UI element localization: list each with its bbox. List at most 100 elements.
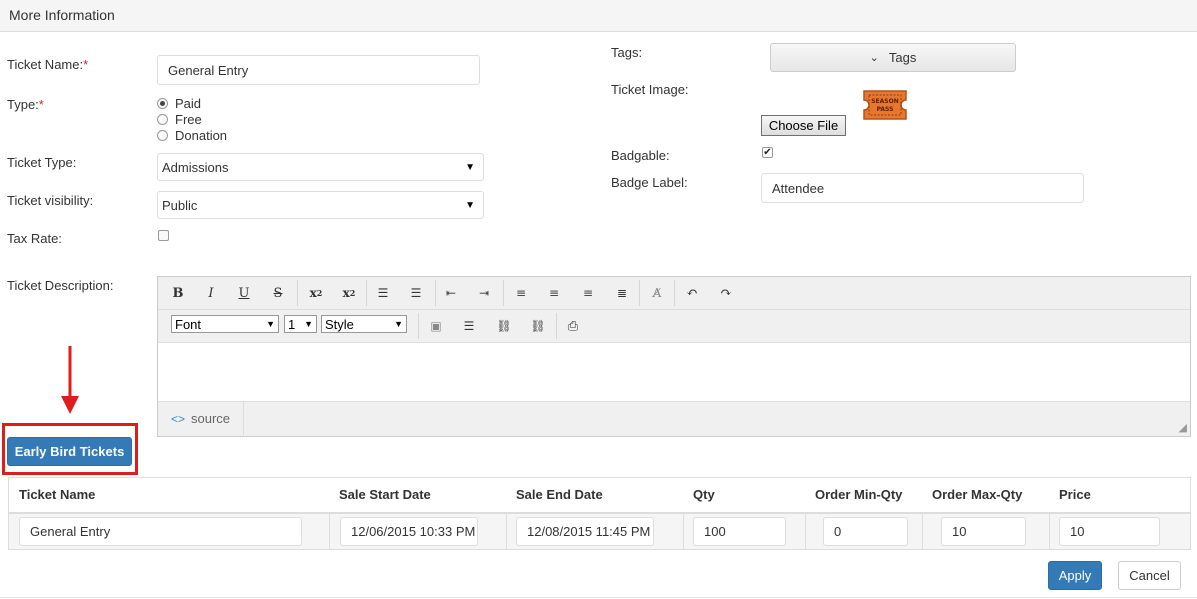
early-bird-table: Ticket Name Sale Start Date Sale End Dat… — [8, 477, 1191, 550]
badge-label-label: Badge Label: — [611, 175, 688, 190]
unlink-icon[interactable]: ⛓ — [525, 315, 551, 337]
source-button[interactable]: <> source — [158, 402, 244, 435]
resize-handle-icon[interactable]: ◢ — [1179, 421, 1187, 434]
editor-toolbar-row-1: B I U S x2 x2 ☰ ☰ ⇤ ⇥ ≡ ≡ ≡ ≣ A̸ ↶ ↷ — [158, 277, 1190, 310]
dropdown-arrow-icon: ▼ — [465, 199, 475, 211]
horizontal-rule-icon[interactable]: ☰ — [456, 315, 482, 337]
undo-icon[interactable]: ↶ — [679, 282, 705, 304]
redo-icon[interactable]: ↷ — [713, 282, 739, 304]
ticket-visibility-select[interactable]: Public ▼ — [157, 191, 484, 219]
italic-icon[interactable]: I — [198, 282, 224, 304]
align-right-icon[interactable]: ≡ — [575, 282, 601, 304]
align-left-icon[interactable]: ≡ — [508, 282, 534, 304]
bold-icon[interactable]: B — [165, 282, 191, 304]
ticket-visibility-label: Ticket visibility: — [7, 193, 94, 208]
subscript-icon[interactable]: x2 — [303, 282, 329, 304]
outdent-icon[interactable]: ⇤ — [438, 282, 464, 304]
choose-file-button[interactable]: Choose File — [761, 115, 846, 136]
ordered-list-icon[interactable]: ☰ — [370, 282, 396, 304]
column-divider — [1049, 514, 1050, 549]
column-divider — [506, 514, 507, 549]
cancel-button[interactable]: Cancel — [1118, 561, 1181, 590]
radio-button[interactable] — [157, 130, 168, 141]
editor-toolbar-row-2: Font ▼ 1 ▼ Style ▼ ▣ ☰ ⛓ ⛓ ⎙ — [158, 310, 1190, 343]
toolbar-divider — [418, 313, 419, 339]
qty-input[interactable]: 100 — [693, 517, 786, 546]
toolbar-divider — [366, 280, 367, 306]
required-mark: * — [38, 97, 44, 112]
ticket-image-preview: SEASON PASS — [861, 89, 909, 121]
price-input[interactable]: 10 — [1059, 517, 1160, 546]
ticket-image-label: Ticket Image: — [611, 82, 689, 97]
remove-format-icon[interactable]: A̸ — [644, 282, 670, 304]
annotation-arrow-icon — [61, 346, 79, 414]
dropdown-arrow-icon: ▼ — [465, 161, 475, 173]
dropdown-arrow-icon: ▼ — [304, 319, 313, 329]
radio-button[interactable] — [157, 114, 168, 125]
code-icon: <> — [170, 411, 185, 426]
table-row: General Entry 12/06/2015 10:33 PM 12/08/… — [9, 514, 1190, 549]
dropdown-arrow-icon: ▼ — [394, 319, 403, 329]
font-size-select[interactable]: 1 ▼ — [284, 315, 317, 333]
badge-label-input[interactable]: Attendee — [761, 173, 1084, 203]
column-header: Order Max-Qty — [932, 487, 1023, 502]
ticket-name-label: Ticket Name:* — [7, 57, 89, 72]
tags-label: Tags: — [611, 45, 643, 60]
toolbar-divider — [435, 280, 436, 306]
type-radio-free[interactable]: Free — [157, 112, 202, 127]
tax-rate-label: Tax Rate: — [7, 231, 62, 246]
style-select[interactable]: Style ▼ — [321, 315, 407, 333]
ticket-description-label: Ticket Description: — [7, 278, 114, 293]
ticket-name-input[interactable]: General Entry — [157, 55, 480, 85]
underline-icon[interactable]: U — [231, 282, 257, 304]
link-icon[interactable]: ⛓ — [491, 315, 517, 337]
dropdown-arrow-icon: ▼ — [266, 319, 275, 329]
toolbar-divider — [297, 280, 298, 306]
image-icon[interactable]: ▣ — [423, 315, 449, 337]
ticket-type-label: Ticket Type: — [7, 155, 77, 170]
column-header: Ticket Name — [19, 487, 96, 502]
badgable-label: Badgable: — [611, 148, 670, 163]
rich-text-editor: B I U S x2 x2 ☰ ☰ ⇤ ⇥ ≡ ≡ ≡ ≣ A̸ ↶ ↷ Fon… — [157, 276, 1191, 437]
column-header: Sale Start Date — [339, 487, 431, 502]
chevron-down-icon: ⌄ — [869, 52, 879, 64]
type-radio-donation[interactable]: Donation — [157, 128, 227, 143]
sale-start-date-input[interactable]: 12/06/2015 10:33 PM — [340, 517, 478, 546]
tax-rate-checkbox[interactable] — [158, 230, 169, 241]
unordered-list-icon[interactable]: ☰ — [403, 282, 429, 304]
editor-footer: <> source ◢ — [158, 401, 1190, 436]
font-select[interactable]: Font ▼ — [171, 315, 279, 333]
order-min-qty-input[interactable]: 0 — [823, 517, 908, 546]
svg-text:PASS: PASS — [877, 106, 894, 113]
column-divider — [805, 514, 806, 549]
tags-dropdown-button[interactable]: ⌄ Tags — [770, 43, 1016, 72]
early-bird-tickets-button[interactable]: Early Bird Tickets — [7, 437, 132, 466]
svg-text:SEASON: SEASON — [871, 98, 899, 105]
checkmark-icon: ✔ — [763, 146, 772, 158]
column-divider — [922, 514, 923, 549]
toolbar-divider — [639, 280, 640, 306]
type-label: Type:* — [7, 97, 44, 112]
order-max-qty-input[interactable]: 10 — [941, 517, 1026, 546]
strikethrough-icon[interactable]: S — [265, 282, 291, 304]
badgable-checkbox[interactable]: ✔ — [762, 147, 773, 158]
column-header: Qty — [693, 487, 715, 502]
align-justify-icon[interactable]: ≣ — [609, 282, 635, 304]
type-radio-paid[interactable]: Paid — [157, 96, 201, 111]
apply-button[interactable]: Apply — [1048, 561, 1102, 590]
indent-icon[interactable]: ⇥ — [471, 282, 497, 304]
panel-title: More Information — [9, 7, 115, 23]
superscript-icon[interactable]: x2 — [336, 282, 362, 304]
ticket-type-select[interactable]: Admissions ▼ — [157, 153, 484, 181]
editor-content-area[interactable] — [158, 343, 1190, 402]
toolbar-divider — [503, 280, 504, 306]
ticket-name-cell-input[interactable]: General Entry — [19, 517, 302, 546]
align-center-icon[interactable]: ≡ — [541, 282, 567, 304]
toolbar-divider — [674, 280, 675, 306]
toolbar-divider — [556, 313, 557, 339]
sale-end-date-input[interactable]: 12/08/2015 11:45 PM — [516, 517, 654, 546]
season-pass-ticket-icon: SEASON PASS — [863, 90, 907, 120]
print-icon[interactable]: ⎙ — [560, 315, 586, 337]
column-divider — [683, 514, 684, 549]
radio-button[interactable] — [157, 98, 168, 109]
